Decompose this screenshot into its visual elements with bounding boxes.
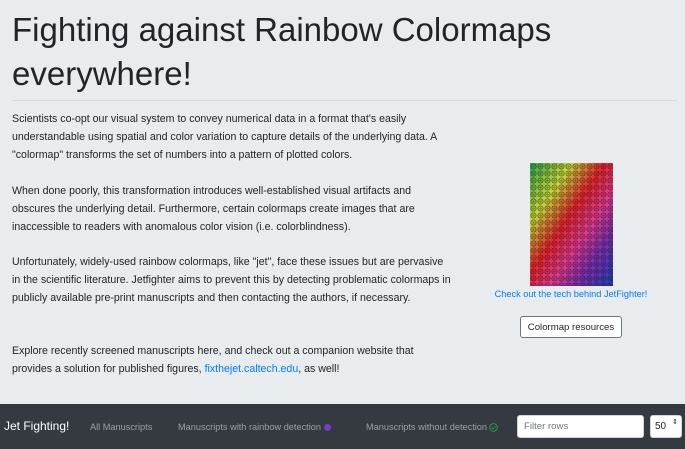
- divider: [12, 100, 677, 101]
- purple-dot-icon: [324, 424, 331, 431]
- intro-paragraph-2: When done poorly, this transformation in…: [12, 185, 415, 233]
- page-title: Fighting against Rainbow Colormaps every…: [12, 11, 552, 92]
- filter-rows-input[interactable]: [517, 415, 644, 438]
- intro-paragraph-4: Explore recently screened manuscripts he…: [12, 342, 452, 378]
- check-circle-icon: [489, 423, 498, 432]
- intro-paragraph-1: Scientists co-opt our visual system to c…: [12, 113, 437, 161]
- jumbotron: Fighting against Rainbow Colormaps every…: [0, 0, 685, 404]
- rows-per-page-value: 50: [655, 421, 667, 432]
- intro-paragraph-3: Unfortunately, widely-used rainbow color…: [12, 256, 451, 304]
- tech-behind-link[interactable]: Check out the tech behind JetFighter!: [486, 289, 656, 299]
- colormap-resources-button[interactable]: Colormap resources: [520, 316, 622, 338]
- nav-all-manuscripts[interactable]: All Manuscripts: [90, 422, 152, 432]
- select-caret-icon: ⇕: [672, 419, 678, 426]
- nav-rainbow-detection[interactable]: Manuscripts with rainbow detection: [178, 422, 331, 432]
- fixthejet-link[interactable]: fixthejet.caltech.edu: [205, 363, 299, 375]
- rows-per-page-select[interactable]: 50 ⇕: [650, 415, 682, 438]
- nav-without-detection-label: Manuscripts without detection: [366, 422, 488, 432]
- nav-without-detection[interactable]: Manuscripts without detection: [366, 422, 498, 432]
- rainbow-straws-image: [530, 163, 613, 286]
- nav-rainbow-detection-label: Manuscripts with rainbow detection: [178, 422, 321, 432]
- intro-paragraph-4-tail: , as well!: [298, 363, 340, 375]
- navbar-brand[interactable]: Jet Fighting!: [4, 419, 69, 433]
